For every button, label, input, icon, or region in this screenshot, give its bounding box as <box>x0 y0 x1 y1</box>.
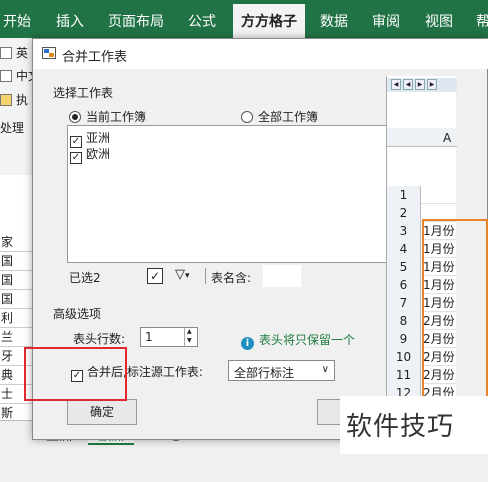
prev-sheet-icon[interactable]: ◀ <box>403 79 413 90</box>
column-a-label: A <box>443 131 452 145</box>
sheet-name-input[interactable] <box>263 265 301 287</box>
info-icon: i <box>241 337 254 350</box>
watermark-text: 软件技巧 <box>340 396 488 454</box>
ribbon-tab-bar: 开始 插入 页面布局 公式 方方格子 数据 审阅 视图 帮 <box>0 0 488 38</box>
merge-app-icon <box>42 47 56 59</box>
row-number: 3 <box>387 222 421 240</box>
dialog-title-bar[interactable]: 合并工作表 <box>33 39 488 69</box>
radio-current-workbook[interactable]: 当前工作簿 <box>69 108 146 125</box>
ok-button-highlight <box>24 347 127 401</box>
preview-row: 1 <box>387 186 457 204</box>
tab-page-layout[interactable]: 页面布局 <box>108 11 164 31</box>
tab-view[interactable]: 视图 <box>425 11 453 31</box>
filter-dropdown-arrow: ▾ <box>185 271 190 281</box>
option-label: 执 <box>16 93 29 107</box>
radio-all-label: 全部工作簿 <box>258 110 319 124</box>
row-number: 10 <box>387 348 421 366</box>
next-sheet-icon[interactable]: ▶ <box>415 79 425 90</box>
header-hint: i 表头将只保留一个 <box>241 331 355 350</box>
dialog-title: 合并工作表 <box>62 50 128 65</box>
hint-label: 表头将只保留一个 <box>259 333 356 347</box>
filter-icon[interactable]: ▽▾ <box>175 267 190 282</box>
grid-cell[interactable]: 兰 <box>0 328 34 347</box>
option-label: 英 <box>16 46 29 60</box>
chevron-down-icon: ∨ <box>321 364 329 375</box>
tab-formulas[interactable]: 公式 <box>188 11 216 31</box>
radio-unselected-icon[interactable] <box>241 111 253 123</box>
grid-cell[interactable]: 国 <box>0 252 34 271</box>
header-rows-label: 表头行数: <box>73 332 126 346</box>
checkbox-checked-icon[interactable]: ✓ <box>70 152 82 164</box>
sheet-item-label: 欧洲 <box>86 147 111 161</box>
left-option-execute[interactable]: 执 <box>0 91 28 108</box>
stepper-buttons: ▲ ▼ <box>184 328 197 346</box>
stepper-down-icon[interactable]: ▼ <box>187 337 192 345</box>
grid-cell[interactable]: 国 <box>0 290 34 309</box>
sheet-list-item-europe[interactable]: ✓ 欧洲 <box>70 145 110 164</box>
tab-home[interactable]: 开始 <box>3 11 31 31</box>
preview-sheet-nav: ◀ ◀ ▶ ▶ <box>387 78 457 92</box>
mark-source-value: 全部行标注 <box>234 366 295 380</box>
grid-cell[interactable]: 国 <box>0 271 34 290</box>
tab-insert[interactable]: 插入 <box>56 11 84 31</box>
divider <box>205 268 206 284</box>
row-number: 8 <box>387 312 421 330</box>
first-sheet-icon[interactable]: ◀ <box>391 79 401 90</box>
radio-selected-icon[interactable] <box>69 111 81 123</box>
option-checkbox[interactable] <box>0 70 12 82</box>
execute-icon <box>0 94 12 106</box>
preview-column-header: A <box>387 128 457 147</box>
sheet-name-label: 表名含: <box>211 271 252 285</box>
mark-source-select[interactable]: 全部行标注 ∨ <box>228 360 335 381</box>
select-group-label: 选择工作表 <box>53 86 114 100</box>
sheet-list[interactable]: ✓ 亚洲 ✓ 欧洲 <box>67 125 401 263</box>
ok-button[interactable]: 确定 <box>67 399 137 425</box>
option-checkbox[interactable] <box>0 47 12 59</box>
row-number: 4 <box>387 240 421 258</box>
sheet-list-footer: 已选2 ✓ ▽▾ 表名含: <box>67 265 401 287</box>
sheet-item-label: 亚洲 <box>86 131 111 145</box>
radio-current-label: 当前工作簿 <box>86 110 147 124</box>
selected-count: 已选2 <box>69 271 101 285</box>
row-number: 9 <box>387 330 421 348</box>
grid-cell[interactable]: 利 <box>0 309 34 328</box>
row-number: 6 <box>387 276 421 294</box>
stepper-up-icon[interactable]: ▲ <box>187 328 192 336</box>
left-option-english[interactable]: 英 <box>0 44 28 61</box>
tab-data[interactable]: 数据 <box>320 11 348 31</box>
row-number: 2 <box>387 204 421 222</box>
preview-highlight-box <box>422 219 488 401</box>
tab-help[interactable]: 帮 <box>476 11 488 31</box>
row-number: 7 <box>387 294 421 312</box>
tab-review[interactable]: 审阅 <box>372 11 400 31</box>
radio-all-workbooks[interactable]: 全部工作簿 <box>241 108 318 125</box>
row-number: 11 <box>387 366 421 384</box>
grid-cell[interactable]: 家 <box>0 233 34 252</box>
group-label-process: 处理 <box>0 121 25 135</box>
header-rows-stepper[interactable]: 1 ▲ ▼ <box>140 327 198 347</box>
row-number: 1 <box>387 186 421 204</box>
tab-fangfangezi[interactable]: 方方格子 <box>233 4 305 38</box>
last-sheet-icon[interactable]: ▶ <box>427 79 437 90</box>
row-number: 5 <box>387 258 421 276</box>
advanced-group-label: 高级选项 <box>53 307 102 321</box>
select-all-checkbox-icon[interactable]: ✓ <box>147 268 163 284</box>
header-rows-value: 1 <box>145 330 153 344</box>
